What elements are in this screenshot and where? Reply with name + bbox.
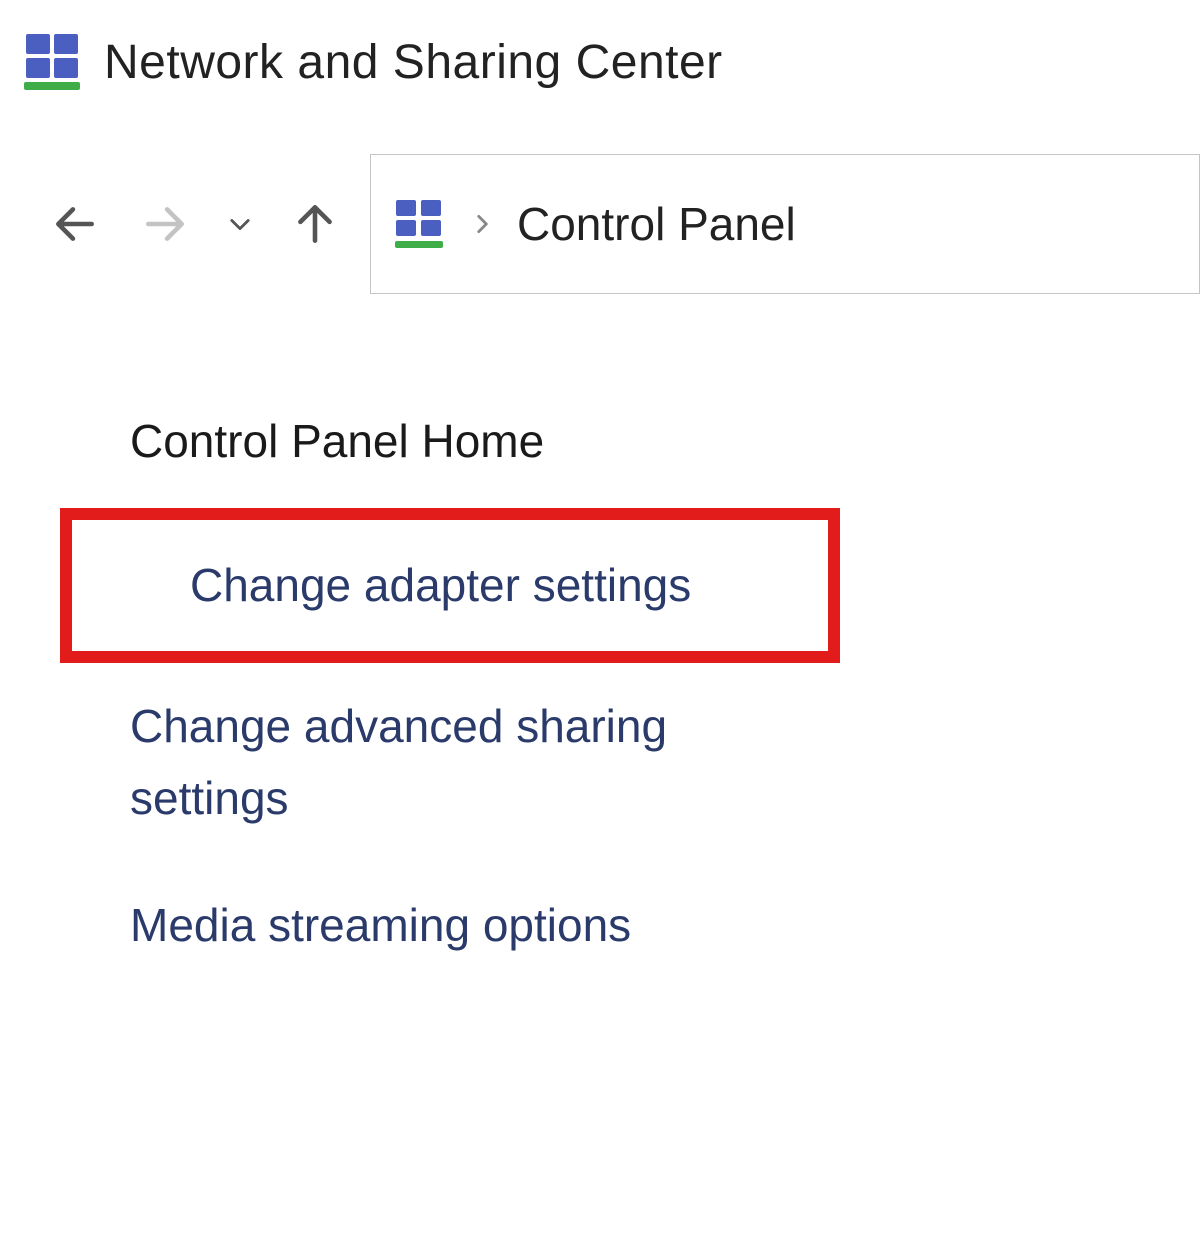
back-button[interactable] (30, 179, 120, 269)
chevron-down-icon (226, 210, 254, 238)
sidebar: Control Panel Home Change adapter settin… (0, 334, 1200, 989)
breadcrumb-item[interactable]: Control Panel (517, 197, 796, 251)
forward-button (120, 179, 210, 269)
recent-locations-button[interactable] (210, 179, 270, 269)
arrow-left-icon (50, 199, 100, 249)
media-streaming-options-link[interactable]: Media streaming options (130, 890, 830, 961)
highlight-annotation: Change adapter settings (60, 508, 840, 663)
change-adapter-settings-link[interactable]: Change adapter settings (190, 550, 828, 621)
address-bar[interactable]: Control Panel (370, 154, 1200, 294)
chevron-right-icon (469, 202, 495, 247)
window-title: Network and Sharing Center (104, 35, 723, 90)
control-panel-home-link[interactable]: Control Panel Home (0, 414, 1200, 508)
network-sharing-center-icon (20, 30, 84, 94)
arrow-up-icon (290, 199, 340, 249)
up-button[interactable] (270, 179, 360, 269)
arrow-right-icon (140, 199, 190, 249)
navigation-row: Control Panel (0, 114, 1200, 334)
network-sharing-center-icon (391, 196, 447, 252)
window-titlebar: Network and Sharing Center (0, 0, 1200, 114)
change-advanced-sharing-settings-link[interactable]: Change advanced sharing settings (130, 691, 830, 834)
